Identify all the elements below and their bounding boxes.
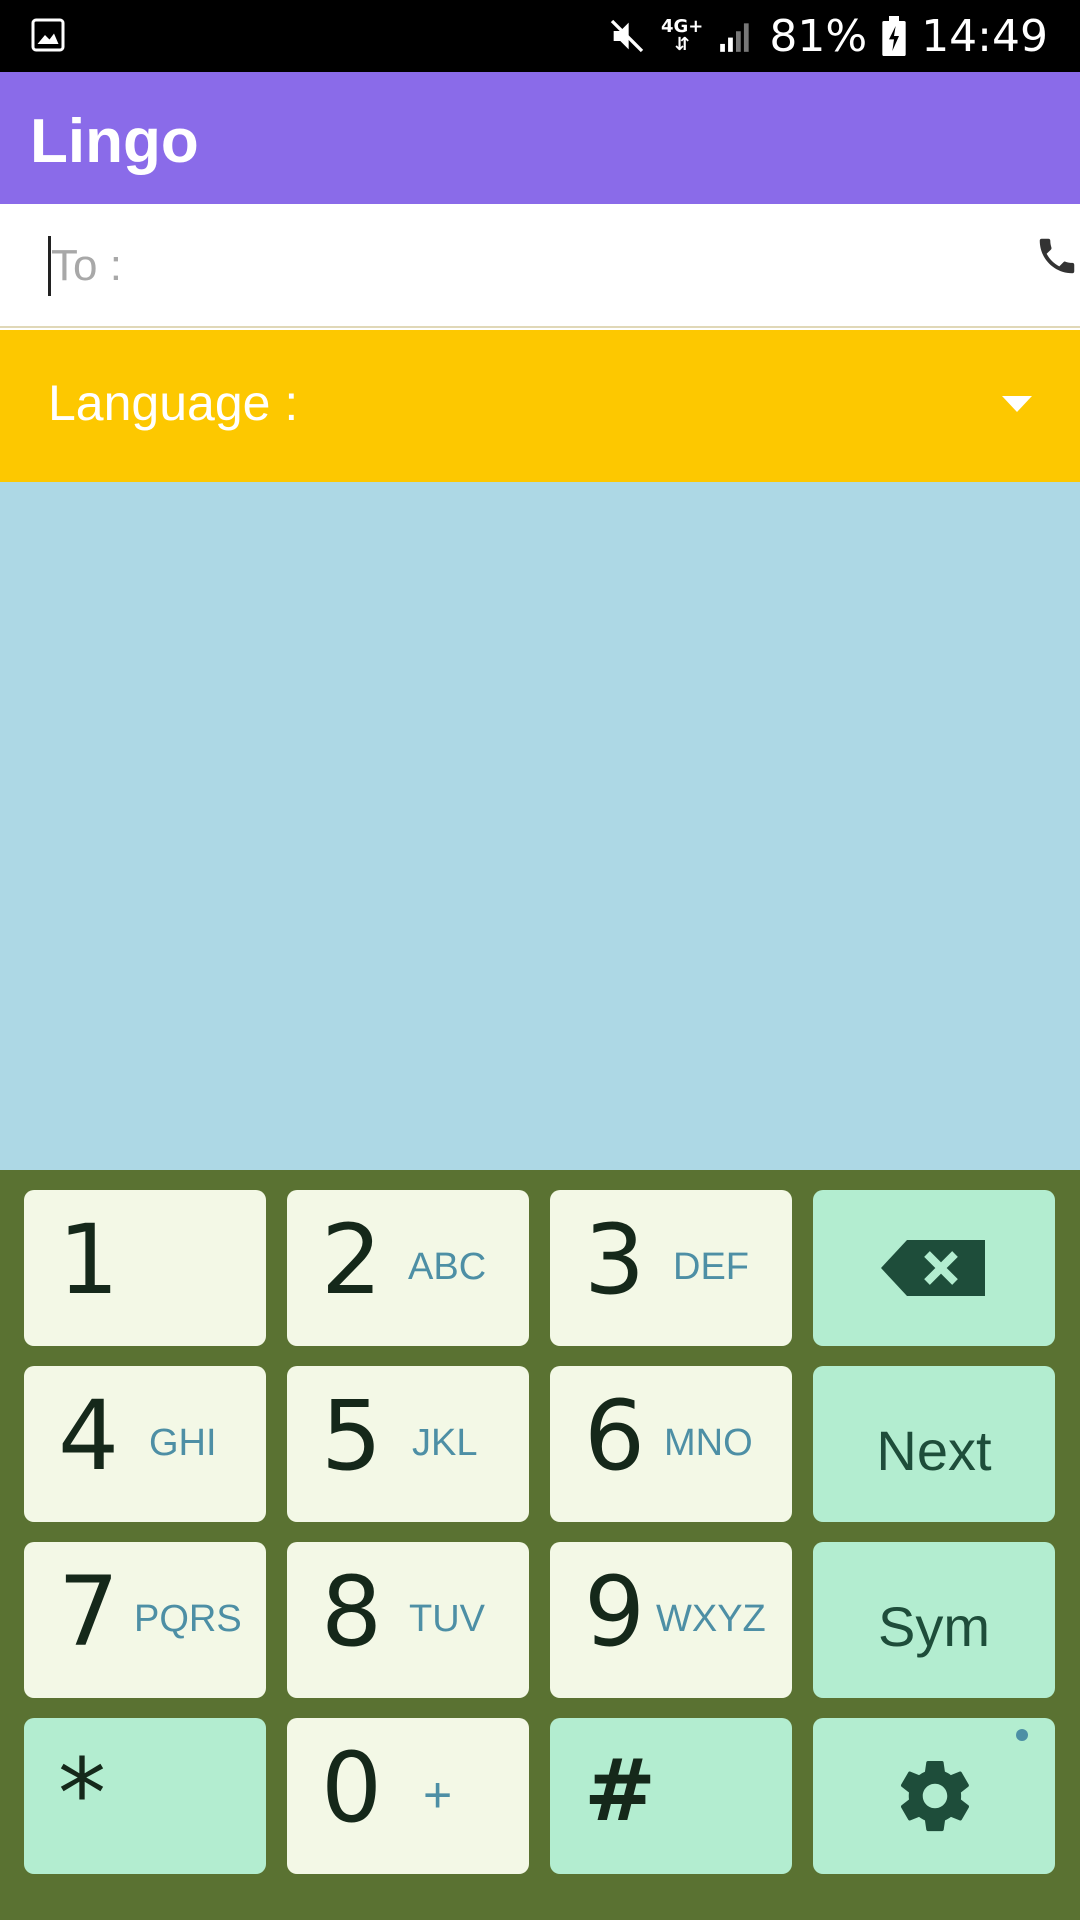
language-label: Language : xyxy=(48,375,299,431)
key-letters: ABC xyxy=(408,1246,487,1288)
mute-icon xyxy=(610,19,644,53)
key-digit: 8 xyxy=(321,1556,383,1668)
key-digit: 4 xyxy=(58,1380,120,1492)
key-digit: * xyxy=(58,1738,106,1850)
key-letters: TUV xyxy=(409,1598,485,1640)
to-input[interactable] xyxy=(48,236,988,296)
app-bar: Lingo xyxy=(0,72,1080,204)
indicator-dot-icon xyxy=(1016,1729,1028,1741)
key-letters: PQRS xyxy=(134,1598,242,1640)
key-digit: 5 xyxy=(321,1380,383,1492)
backspace-key[interactable] xyxy=(813,1190,1055,1346)
key-8[interactable]: 8 TUV xyxy=(287,1542,529,1698)
key-2[interactable]: 2 ABC xyxy=(287,1190,529,1346)
sym-label: Sym xyxy=(878,1595,990,1658)
key-9[interactable]: 9 WXYZ xyxy=(550,1542,792,1698)
key-digit: 3 xyxy=(584,1204,646,1316)
key-letters: MNO xyxy=(664,1422,753,1464)
clock: 14:49 xyxy=(921,10,1048,62)
key-letters: DEF xyxy=(673,1246,749,1288)
key-letters: + xyxy=(423,1767,453,1823)
signal-icon xyxy=(720,23,750,52)
settings-key[interactable] xyxy=(813,1718,1055,1874)
key-digit: # xyxy=(584,1741,657,1841)
key-digit: 2 xyxy=(321,1204,383,1316)
next-key[interactable]: Next xyxy=(813,1366,1055,1522)
key-digit: 0 xyxy=(321,1732,383,1844)
gear-icon xyxy=(900,1761,970,1832)
network-type: 4G+ ⇵ xyxy=(661,16,704,55)
key-digit: 6 xyxy=(584,1380,646,1492)
dropdown-arrow-icon[interactable] xyxy=(1002,396,1032,412)
next-label: Next xyxy=(876,1419,992,1482)
key-4[interactable]: 4 GHI xyxy=(24,1366,266,1522)
key-letters: JKL xyxy=(412,1422,478,1464)
gallery-icon xyxy=(31,18,65,52)
status-bar: 4G+ ⇵ 81% 14:49 xyxy=(0,0,1080,72)
phone-icon[interactable] xyxy=(1034,232,1080,280)
key-1[interactable]: 1 xyxy=(24,1190,266,1346)
key-digit: 1 xyxy=(58,1204,120,1316)
key-letters: GHI xyxy=(149,1422,217,1464)
key-6[interactable]: 6 MNO xyxy=(550,1366,792,1522)
key-7[interactable]: 7 PQRS xyxy=(24,1542,266,1698)
key-3[interactable]: 3 DEF xyxy=(550,1190,792,1346)
to-row xyxy=(0,204,1080,328)
key-digit: 7 xyxy=(58,1556,120,1668)
sym-key[interactable]: Sym xyxy=(813,1542,1055,1698)
status-icons: 4G+ ⇵ 81% 14:49 xyxy=(607,0,1048,72)
key-star[interactable]: * xyxy=(24,1718,266,1874)
key-hash[interactable]: # xyxy=(550,1718,792,1874)
battery-icon xyxy=(882,16,906,56)
key-5[interactable]: 5 JKL xyxy=(287,1366,529,1522)
app-title: Lingo xyxy=(30,107,199,176)
language-selector[interactable]: Language : xyxy=(0,330,1080,482)
backspace-icon xyxy=(881,1240,985,1296)
translation-area xyxy=(0,482,1080,1170)
key-0[interactable]: 0 + xyxy=(287,1718,529,1874)
key-letters: WXYZ xyxy=(656,1598,766,1640)
battery-percent: 81% xyxy=(769,10,868,62)
key-digit: 9 xyxy=(584,1556,646,1668)
dial-keypad: 1 2 ABC 3 DEF 4 GHI 5 JKL 6 MNO Next 7 P… xyxy=(0,1170,1080,1920)
